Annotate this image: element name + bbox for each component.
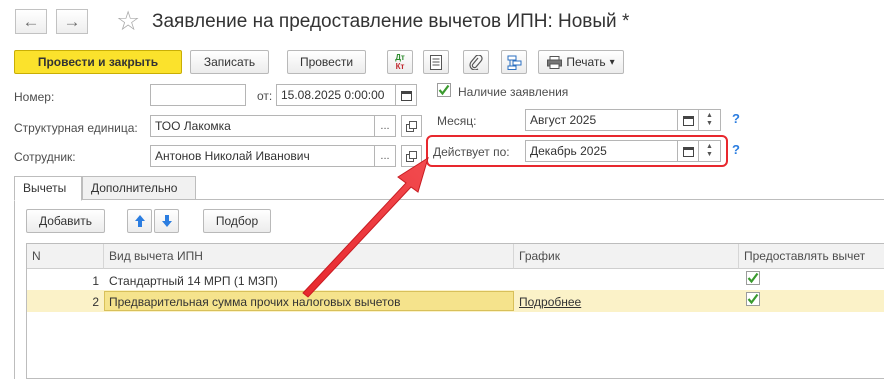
callout-arrow [302, 156, 429, 298]
